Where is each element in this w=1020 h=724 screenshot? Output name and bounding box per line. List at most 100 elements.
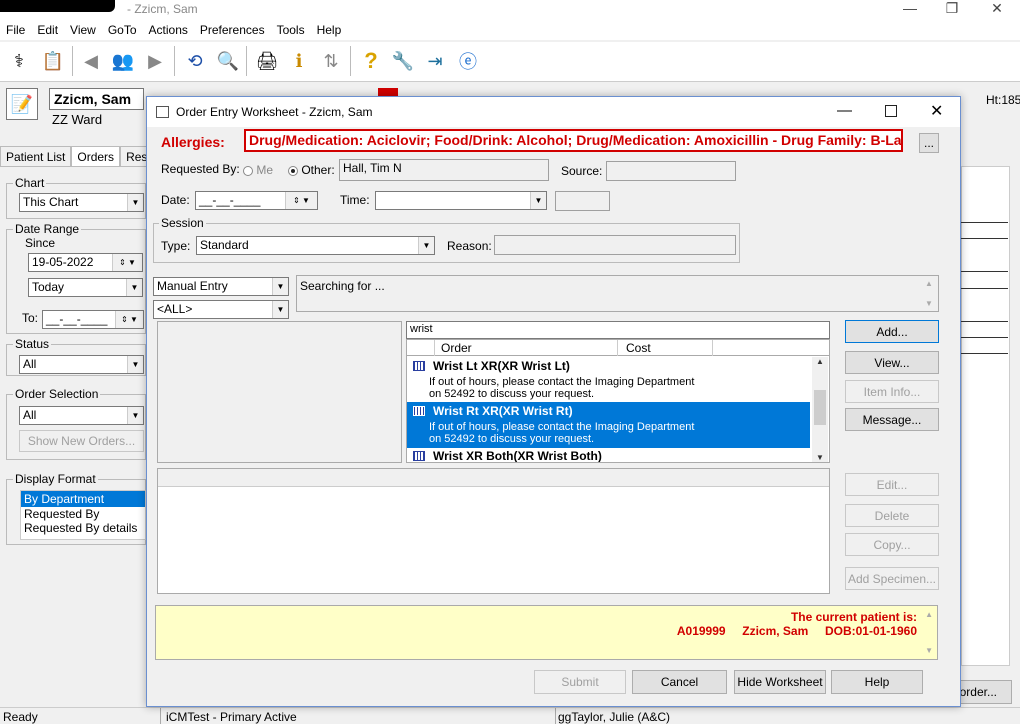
restore-icon[interactable]: ❐: [937, 0, 967, 17]
col-cost[interactable]: Cost: [626, 341, 651, 355]
tools-icon[interactable]: 🔧: [390, 48, 416, 74]
notes-icon[interactable]: 📝: [6, 88, 38, 120]
type-label: Type:: [161, 239, 191, 253]
status-user: ggTaylor, Julie (A&C): [558, 710, 671, 724]
dialog-maximize-icon[interactable]: [885, 105, 897, 117]
browser-icon[interactable]: ⓔ: [455, 48, 481, 74]
other-requester-field[interactable]: Hall, Tim N: [339, 159, 549, 181]
entry-mode-select[interactable]: Manual Entry ▼: [153, 277, 289, 296]
hide-worksheet-button[interactable]: Hide Worksheet: [734, 670, 826, 694]
searching-for-text: Searching for ...: [300, 279, 385, 293]
radio-me-icon: [243, 165, 253, 176]
divider: [961, 271, 1008, 272]
scroll-down-icon[interactable]: ▼: [925, 646, 933, 655]
menu-view[interactable]: View: [64, 20, 102, 40]
info-icon[interactable]: ℹ: [286, 48, 312, 74]
close-icon[interactable]: ✕: [982, 0, 1012, 17]
order-search-input[interactable]: wrist: [406, 321, 830, 339]
delete-button[interactable]: Delete: [845, 504, 939, 527]
reason-field[interactable]: [494, 235, 736, 255]
minimize-icon[interactable]: —: [895, 0, 925, 16]
cancel-button[interactable]: Cancel: [632, 670, 727, 694]
submit-button[interactable]: Submit: [534, 670, 626, 694]
current-patient-panel: The current patient is: A019999 Zzicm, S…: [155, 605, 938, 660]
menu-edit[interactable]: Edit: [31, 20, 64, 40]
selected-orders-list[interactable]: [157, 468, 830, 594]
divider: [961, 321, 1008, 322]
status-select[interactable]: All ▼: [19, 355, 144, 374]
menu-file[interactable]: File: [0, 20, 31, 40]
time-select[interactable]: ▼: [375, 191, 547, 210]
list-item[interactable]: By Department: [21, 491, 145, 507]
to-date-field[interactable]: __-__-____ ⇕ ▼: [42, 310, 144, 329]
back-icon[interactable]: ◀: [78, 48, 104, 74]
date-value: __-__-____: [199, 193, 261, 207]
source-label: Source:: [561, 164, 603, 178]
chart-select[interactable]: This Chart ▼: [19, 193, 144, 212]
session-type-select[interactable]: Standard ▼: [196, 236, 435, 255]
results-scrollbar[interactable]: ▲ ▼: [812, 357, 828, 462]
scroll-down-icon[interactable]: ▼: [812, 453, 828, 462]
time-extra-field[interactable]: [555, 191, 610, 211]
tab-orders[interactable]: Orders: [71, 146, 121, 166]
menu-preferences[interactable]: Preferences: [194, 20, 271, 40]
list-item[interactable]: Requested By: [21, 507, 145, 521]
source-field[interactable]: [606, 161, 736, 181]
order-row[interactable]: Wrist XR Both(XR Wrist Both): [407, 447, 810, 462]
col-order[interactable]: Order: [441, 341, 472, 355]
reason-label: Reason:: [447, 239, 492, 253]
filter-select[interactable]: <ALL> ▼: [153, 300, 289, 319]
order-selection-select[interactable]: All ▼: [19, 406, 144, 425]
order-row-selected[interactable]: Wrist Rt XR(XR Wrist Rt) If out of hours…: [407, 402, 810, 448]
menu-tools[interactable]: Tools: [271, 20, 311, 40]
category-tree[interactable]: [157, 321, 402, 463]
radio-other[interactable]: Other:: [288, 163, 335, 177]
add-specimen-button[interactable]: Add Specimen...: [845, 567, 939, 590]
item-info-button[interactable]: Item Info...: [845, 380, 939, 403]
help-button[interactable]: Help: [831, 670, 923, 694]
print-icon[interactable]: 🖨: [254, 48, 280, 74]
scroll-down-icon[interactable]: ▼: [925, 299, 933, 308]
dialog-close-icon[interactable]: ✕: [930, 101, 943, 121]
forward-icon[interactable]: ▶: [142, 48, 168, 74]
menu-bar: File Edit View GoTo Actions Preferences …: [0, 20, 1020, 40]
people-icon[interactable]: 👥: [110, 48, 136, 74]
menu-help[interactable]: Help: [311, 20, 348, 40]
menu-actions[interactable]: Actions: [143, 20, 194, 40]
chevron-down-icon: ▼: [127, 407, 143, 424]
display-format-list[interactable]: By Department Requested By Requested By …: [20, 490, 146, 540]
scroll-up-icon[interactable]: ▲: [925, 610, 933, 619]
period-select[interactable]: Today ▼: [28, 278, 143, 297]
order-row[interactable]: Wrist Lt XR(XR Wrist Lt) If out of hours…: [407, 357, 810, 403]
menu-goto[interactable]: GoTo: [102, 20, 143, 40]
since-date-field[interactable]: 19-05-2022 ⇕ ▼: [28, 253, 143, 272]
patient-select-icon[interactable]: ⚕: [6, 48, 32, 74]
refresh-icon[interactable]: ⟲: [182, 48, 208, 74]
view-button[interactable]: View...: [845, 351, 939, 374]
scroll-up-icon[interactable]: ▲: [925, 279, 933, 288]
edit-button[interactable]: Edit...: [845, 473, 939, 496]
message-button[interactable]: Message...: [845, 408, 939, 431]
radio-me[interactable]: Me: [243, 163, 273, 177]
help-icon[interactable]: ?: [358, 48, 384, 74]
chevron-down-icon: ▼: [272, 301, 288, 318]
chart-label: Chart: [13, 176, 47, 190]
tab-patient-list[interactable]: Patient List: [0, 146, 72, 166]
scroll-thumb[interactable]: [814, 390, 826, 425]
patient-list-icon[interactable]: 📋: [40, 48, 66, 74]
order-results-list[interactable]: Order Cost Wrist Lt XR(XR Wrist Lt) If o…: [406, 339, 830, 463]
since-value: 19-05-2022: [32, 255, 94, 269]
scroll-up-icon[interactable]: ▲: [812, 357, 828, 366]
exit-icon[interactable]: ⇥: [422, 48, 448, 74]
find-icon[interactable]: 🔍: [215, 48, 241, 74]
list-item[interactable]: Requested By details: [21, 521, 145, 535]
to-label: To:: [22, 311, 39, 325]
allergies-more-button[interactable]: ...: [919, 133, 939, 153]
dialog-minimize-icon[interactable]: —: [837, 102, 852, 119]
copy-button[interactable]: Copy...: [845, 533, 939, 556]
sort-icon[interactable]: ⇅: [318, 48, 344, 74]
add-button[interactable]: Add...: [845, 320, 939, 343]
show-new-orders-button[interactable]: Show New Orders...: [19, 430, 144, 452]
date-field[interactable]: __-__-____ ⇕ ▼: [195, 191, 318, 210]
status-ready: Ready: [3, 710, 38, 724]
